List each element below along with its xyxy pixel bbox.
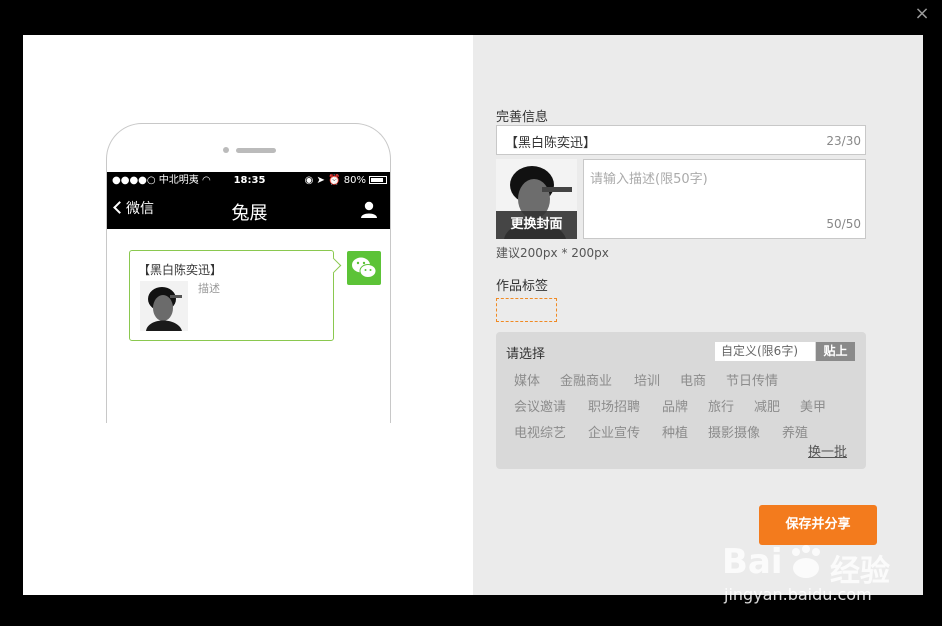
section-title-info: 完善信息 bbox=[496, 110, 549, 125]
share-dialog: ●●●●○ 中北明夷 ◠ 18:35 ◉ ➤ ⏰ 80% 微信 兔展 【黑白陈奕… bbox=[23, 35, 923, 595]
selected-tag-slot[interactable] bbox=[496, 298, 557, 322]
refresh-tags-link[interactable]: 换一批 bbox=[808, 441, 847, 460]
message-thumbnail bbox=[140, 281, 188, 331]
status-bar: ●●●●○ 中北明夷 ◠ 18:35 ◉ ➤ ⏰ 80% bbox=[107, 172, 390, 190]
share-message-preview: 【黑白陈奕迅】 描述 bbox=[129, 250, 334, 341]
alarm-icon: ⏰ bbox=[328, 175, 341, 186]
cover-size-hint: 建议200px * 200px bbox=[496, 246, 609, 260]
tag-option[interactable]: 节日传情 bbox=[726, 370, 778, 389]
tag-option[interactable]: 电视综艺 bbox=[514, 422, 566, 441]
tag-option[interactable]: 减肥 bbox=[754, 396, 780, 415]
tag-option[interactable]: 美甲 bbox=[800, 396, 826, 415]
paw-icon bbox=[792, 545, 820, 578]
lock-rotation-icon: ◉ bbox=[304, 175, 314, 186]
tag-option[interactable]: 摄影摄像 bbox=[708, 422, 760, 441]
tag-option[interactable]: 养殖 bbox=[782, 422, 808, 441]
tag-option[interactable]: 种植 bbox=[662, 422, 688, 441]
section-title-tags: 作品标签 bbox=[496, 279, 549, 294]
watermark-url: jingyan.baidu.com bbox=[724, 585, 872, 604]
location-icon: ➤ bbox=[316, 175, 325, 186]
battery-percent: 80% bbox=[343, 175, 366, 186]
tag-option[interactable]: 旅行 bbox=[708, 396, 734, 415]
info-form-pane: 完善信息 【黑白陈奕迅】 23/30 更换封面 请输入描述(限50字) 50/5… bbox=[473, 35, 923, 595]
custom-tag-input[interactable]: 自定义(限6字) bbox=[715, 342, 815, 361]
preview-pane: ●●●●○ 中北明夷 ◠ 18:35 ◉ ➤ ⏰ 80% 微信 兔展 【黑白陈奕… bbox=[23, 35, 473, 595]
phone-mockup: ●●●●○ 中北明夷 ◠ 18:35 ◉ ➤ ⏰ 80% 微信 兔展 【黑白陈奕… bbox=[106, 123, 391, 423]
title-input-value: 【黑白陈奕迅】 bbox=[505, 136, 597, 151]
tag-option[interactable]: 金融商业 bbox=[560, 370, 612, 389]
tag-option[interactable]: 电商 bbox=[680, 370, 706, 389]
title-char-counter: 23/30 bbox=[826, 134, 861, 148]
user-icon[interactable] bbox=[360, 201, 378, 219]
tag-option[interactable]: 品牌 bbox=[662, 396, 688, 415]
tag-option[interactable]: 会议邀请 bbox=[514, 396, 566, 415]
paste-tag-button[interactable]: 贴上 bbox=[816, 342, 855, 361]
tag-option[interactable]: 培训 bbox=[634, 370, 660, 389]
watermark-brand-a: Bai bbox=[722, 542, 783, 582]
tag-picker-panel: 请选择 自定义(限6字) 贴上 媒体 金融商业 培训 电商 节日传情 会议邀请 … bbox=[496, 332, 866, 469]
status-right: ◉ ➤ ⏰ 80% bbox=[305, 172, 387, 190]
message-desc: 描述 bbox=[198, 282, 220, 295]
choose-label: 请选择 bbox=[506, 347, 546, 362]
nav-title: 兔展 bbox=[231, 203, 268, 224]
phone-camera bbox=[223, 147, 229, 153]
description-placeholder: 请输入描述(限50字) bbox=[590, 172, 708, 187]
wechat-avatar-icon bbox=[347, 251, 381, 285]
tag-option[interactable]: 企业宣传 bbox=[588, 422, 640, 441]
message-title: 【黑白陈奕迅】 bbox=[138, 263, 223, 277]
phone-speaker bbox=[236, 148, 276, 153]
tag-option[interactable]: 媒体 bbox=[514, 370, 540, 389]
baidu-jingyan-watermark: Bai 经验 jingyan.baidu.com bbox=[722, 540, 892, 610]
wechat-nav-bar: 微信 兔展 bbox=[107, 190, 390, 229]
cover-image[interactable]: 更换封面 bbox=[496, 159, 577, 239]
watermark-brand-b: 经验 bbox=[830, 554, 890, 589]
tag-option[interactable]: 职场招聘 bbox=[588, 396, 640, 415]
description-char-counter: 50/50 bbox=[826, 217, 861, 231]
close-icon[interactable]: × bbox=[912, 4, 932, 24]
change-cover-button[interactable]: 更换封面 bbox=[496, 211, 577, 239]
battery-icon bbox=[369, 176, 387, 184]
description-textarea[interactable]: 请输入描述(限50字) 50/50 bbox=[583, 159, 866, 239]
portrait-image bbox=[140, 281, 188, 331]
title-input[interactable]: 【黑白陈奕迅】 23/30 bbox=[496, 125, 866, 155]
save-and-share-button[interactable]: 保存并分享 bbox=[759, 505, 877, 545]
